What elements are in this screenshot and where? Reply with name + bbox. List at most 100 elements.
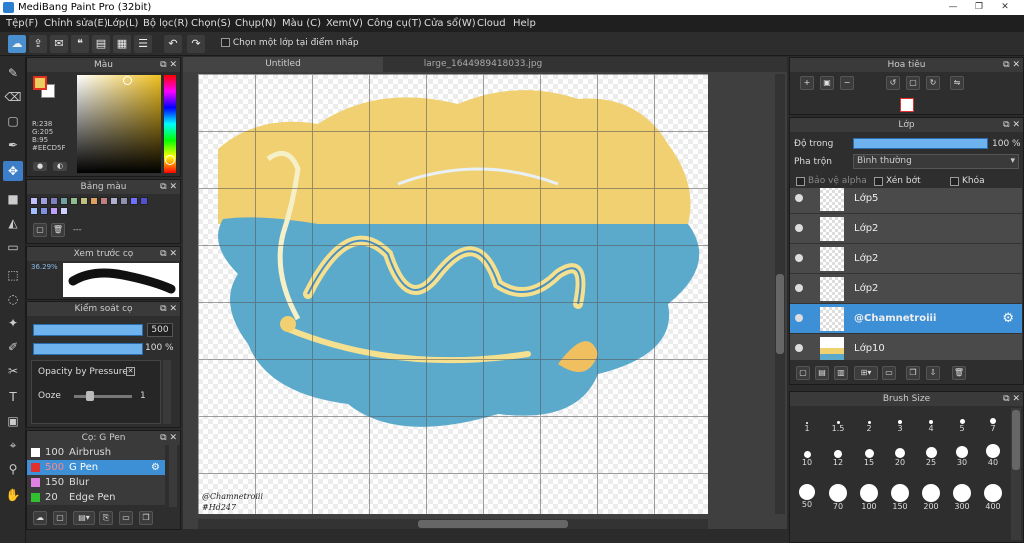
brush-menu-icon[interactable]: ▤▾	[73, 511, 95, 525]
saturation-cursor[interactable]	[123, 76, 132, 85]
rotate-right-icon[interactable]: ↻	[926, 76, 940, 90]
menu-tools[interactable]: Công cụ(T)	[367, 15, 422, 32]
rotate-left-icon[interactable]: ↺	[886, 76, 900, 90]
brush-size-option[interactable]: 400	[978, 484, 1008, 511]
blend-mode-select[interactable]: Bình thường ▾	[853, 154, 1019, 169]
eye-icon[interactable]	[795, 344, 803, 352]
color-mode-button[interactable]: ●	[33, 162, 47, 171]
brush-size-option[interactable]: 40	[978, 444, 1008, 470]
ooze-slider-handle[interactable]	[86, 391, 94, 401]
panel-close-icon[interactable]: ⧉ ✕	[160, 431, 177, 445]
pressure-remove-button[interactable]: ✕	[126, 367, 135, 376]
magic-wand-icon[interactable]: ✦	[3, 313, 23, 333]
upload-icon[interactable]: ⇪	[29, 35, 47, 53]
brush-size-scrollbar[interactable]	[1011, 408, 1021, 540]
eraser-tool-icon[interactable]: ⌫	[3, 87, 23, 107]
layer-row[interactable]: Lớp2	[790, 214, 1022, 244]
brush-size-option[interactable]: 7	[978, 410, 1008, 436]
menu-capture[interactable]: Chụp(N)	[235, 15, 276, 32]
list-icon[interactable]: ☰	[134, 35, 152, 53]
menu-help[interactable]: Help	[513, 15, 536, 32]
ooze-slider[interactable]	[74, 395, 132, 398]
palette-swatch[interactable]	[80, 197, 88, 205]
move-tool-icon[interactable]: ✥	[3, 161, 23, 181]
gradient-tool-icon[interactable]: ▭	[3, 237, 23, 257]
brush-size-option[interactable]: 100	[854, 484, 884, 511]
menu-filter[interactable]: Bộ lọc(R)	[143, 15, 188, 32]
panel-close-icon[interactable]: ⧉ ✕	[160, 58, 177, 72]
color-wheel-button[interactable]: ◐	[53, 162, 67, 171]
brush-size-slider[interactable]	[33, 324, 143, 336]
hue-cursor[interactable]	[165, 155, 175, 165]
document-icon[interactable]: ▤	[92, 35, 110, 53]
zoom-in-icon[interactable]: +	[800, 76, 814, 90]
undo-icon[interactable]: ↶	[164, 35, 182, 53]
brush-size-option[interactable]: 15	[854, 444, 884, 470]
horizontal-scrollbar[interactable]	[198, 519, 708, 529]
select-rect-icon[interactable]: ⬚	[3, 265, 23, 285]
brush-list-scrollbar[interactable]	[169, 445, 177, 507]
palette-swatch[interactable]	[50, 197, 58, 205]
zoom-out-icon[interactable]: −	[840, 76, 854, 90]
brush-size-option[interactable]: 20	[885, 444, 915, 470]
redo-icon[interactable]: ↷	[187, 35, 205, 53]
brush-size-option[interactable]: 12	[823, 444, 853, 470]
vertical-scrollbar[interactable]	[775, 74, 785, 514]
brush-size-option[interactable]: 3	[885, 410, 915, 436]
gear-icon[interactable]: ⚙	[1002, 311, 1014, 326]
palette-swatch[interactable]	[60, 197, 68, 205]
horizontal-scroll-thumb[interactable]	[418, 520, 568, 528]
restore-button[interactable]: ❐	[966, 1, 992, 14]
palette-swatch[interactable]	[40, 207, 48, 215]
rectangle-tool-icon[interactable]: ▢	[3, 111, 23, 131]
select-eraser-icon[interactable]: ✂	[3, 361, 23, 381]
brush-item[interactable]: 150 Blur	[27, 475, 165, 490]
palette-swatch[interactable]	[40, 197, 48, 205]
layer-add-menu-icon[interactable]: ⊞▾	[854, 366, 878, 380]
add-brush-icon[interactable]: ☁	[33, 511, 47, 525]
panel-close-icon[interactable]: ⧉ ✕	[160, 180, 177, 194]
select-layer-checkbox[interactable]	[221, 38, 230, 47]
brush-item[interactable]: 20 Edge Pen	[27, 490, 165, 505]
brush-size-option[interactable]: 1	[792, 410, 822, 436]
menu-cloud[interactable]: Cloud	[477, 15, 506, 32]
folder-icon[interactable]: ▭	[119, 511, 133, 525]
eye-icon[interactable]	[795, 314, 803, 322]
palette-swatch[interactable]	[60, 207, 68, 215]
duplicate-layer-icon[interactable]: ❐	[906, 366, 920, 380]
panel-close-icon[interactable]: ⧉ ✕	[160, 247, 177, 261]
brush-tool-icon[interactable]: ✎	[3, 63, 23, 83]
palette-swatch[interactable]	[100, 197, 108, 205]
minimize-button[interactable]: —	[940, 1, 966, 14]
bucket-tool-icon[interactable]: ◭	[3, 213, 23, 233]
layer-row[interactable]: Lớp2	[790, 274, 1022, 304]
select-pen-icon[interactable]: ✐	[3, 337, 23, 357]
palette-swatch[interactable]	[90, 197, 98, 205]
alpha-protect-checkbox[interactable]	[796, 177, 805, 186]
brush-size-option[interactable]: 300	[947, 484, 977, 511]
document-canvas[interactable]: xmas @Chamnetroiii #Hd247	[198, 74, 708, 514]
menu-layer[interactable]: Lớp(L)	[107, 15, 138, 32]
layer-row[interactable]: Lớp5	[790, 188, 1022, 214]
layer-folder-icon[interactable]: ▭	[882, 366, 896, 380]
palette-swatch[interactable]	[30, 197, 38, 205]
brush-size-scroll-thumb[interactable]	[1012, 410, 1020, 470]
eye-icon[interactable]	[795, 194, 803, 202]
brush-size-option[interactable]: 25	[916, 444, 946, 470]
layer-row[interactable]: Lớp2	[790, 244, 1022, 274]
copy-brush-icon[interactable]: ⎘	[99, 511, 113, 525]
flip-icon[interactable]: ⇋	[950, 76, 964, 90]
panel-close-icon[interactable]: ⧉ ✕	[1003, 58, 1020, 72]
text-tool-icon[interactable]: T	[3, 387, 23, 407]
lasso-icon[interactable]: ◌	[3, 289, 23, 309]
dropper-icon[interactable]: ⚲	[3, 459, 23, 479]
tab-large-image[interactable]: large_1644989418033.jpg	[383, 57, 583, 72]
brush-size-option[interactable]: 2	[854, 410, 884, 436]
brush-size-option[interactable]: 200	[916, 484, 946, 511]
delete-layer-icon[interactable]: 🗑	[952, 366, 966, 380]
saturation-picker[interactable]	[77, 75, 161, 173]
close-button[interactable]: ✕	[992, 1, 1018, 14]
comment-icon[interactable]: ❝	[71, 35, 89, 53]
palette-delete-icon[interactable]: 🗑	[51, 223, 65, 237]
cloud-icon[interactable]: ☁	[8, 35, 26, 53]
